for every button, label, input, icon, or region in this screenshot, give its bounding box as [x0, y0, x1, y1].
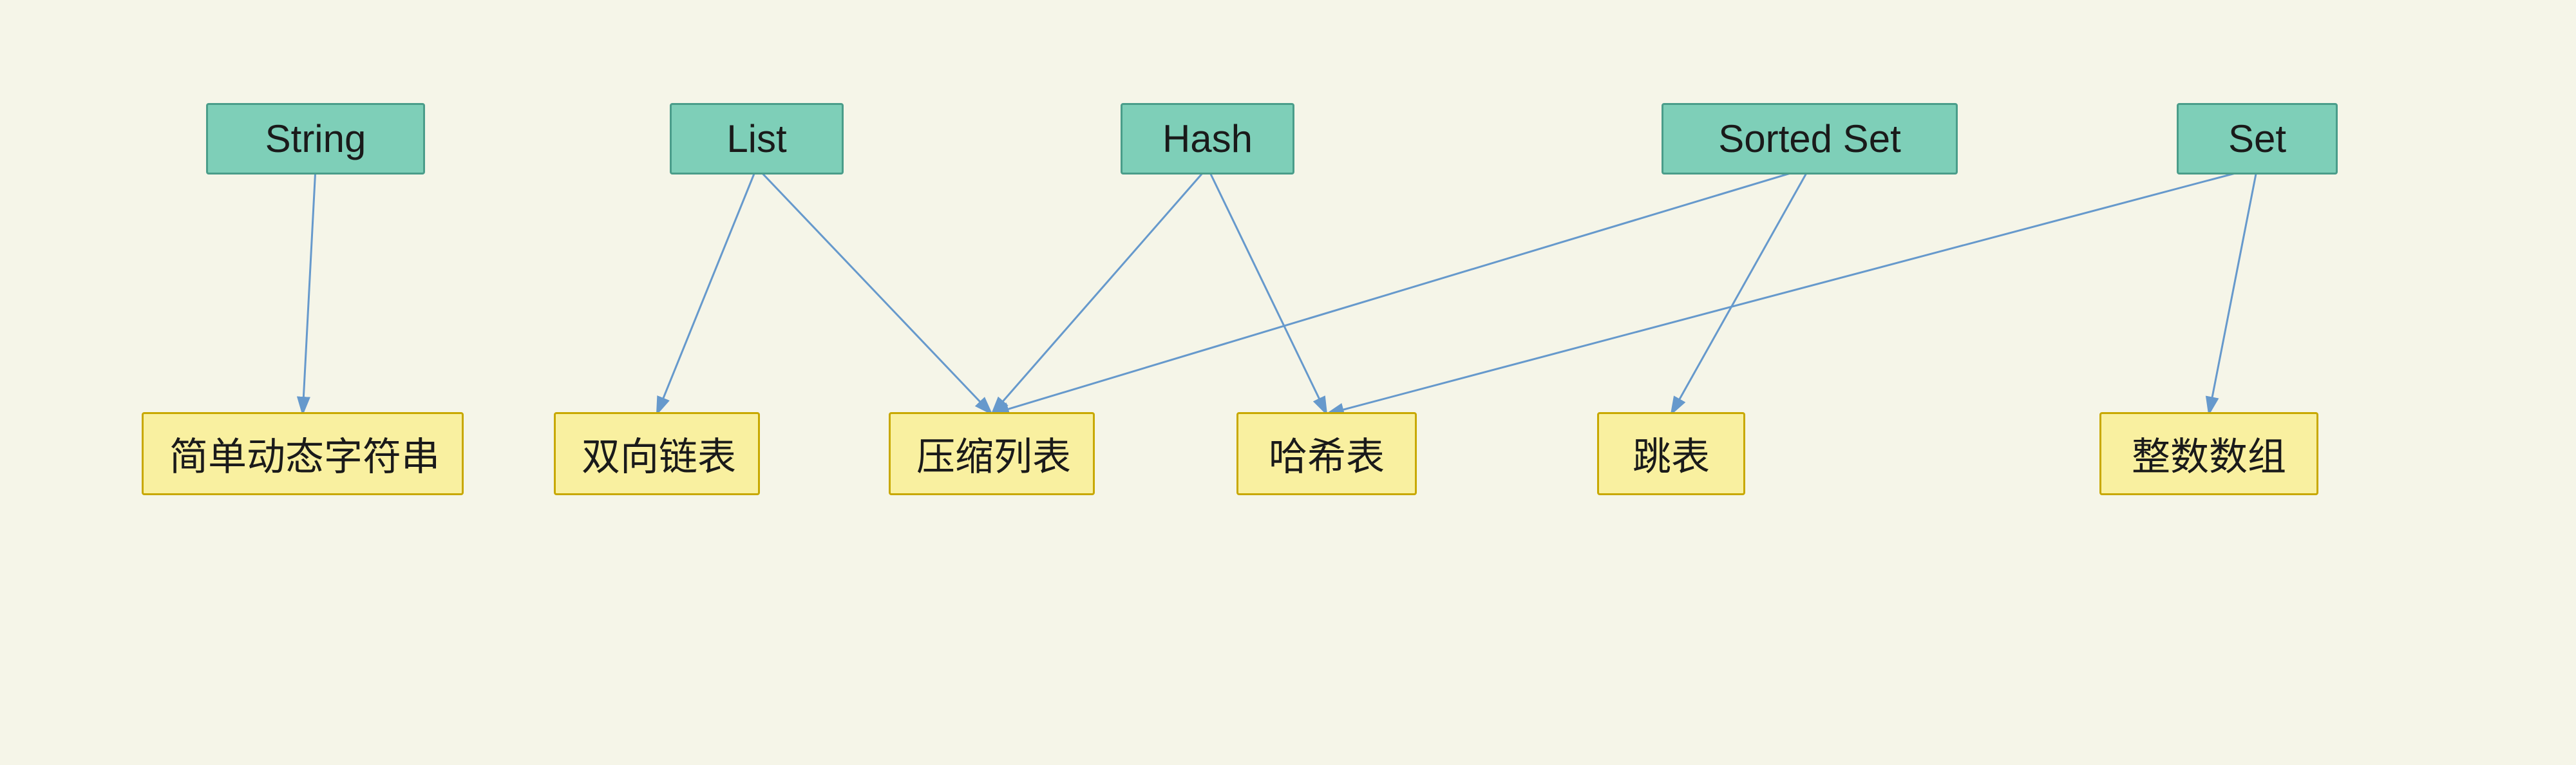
diagram-area: String List Hash Sorted Set Set 简单动态字符串 双向链表 压缩… — [129, 103, 2447, 618]
page-container: String List Hash Sorted Set Set 简单动态字符串 双向链表 压缩… — [0, 0, 2576, 765]
bottom-box-skiplist: 跳表 — [1597, 412, 1745, 495]
bottom-box-hashtable: 哈希表 — [1236, 412, 1417, 495]
top-box-list: List — [670, 103, 844, 175]
top-box-string: String — [206, 103, 425, 175]
bottom-box-linked: 双向链表 — [554, 412, 760, 495]
top-box-sorted_set: Sorted Set — [1662, 103, 1958, 175]
top-box-set: Set — [2177, 103, 2338, 175]
bottom-box-sds: 简单动态字符串 — [142, 412, 464, 495]
arrows-svg — [129, 103, 2447, 618]
bottom-box-ziplist: 压缩列表 — [889, 412, 1095, 495]
bottom-box-intset: 整数数组 — [2099, 412, 2318, 495]
top-box-hash: Hash — [1121, 103, 1294, 175]
